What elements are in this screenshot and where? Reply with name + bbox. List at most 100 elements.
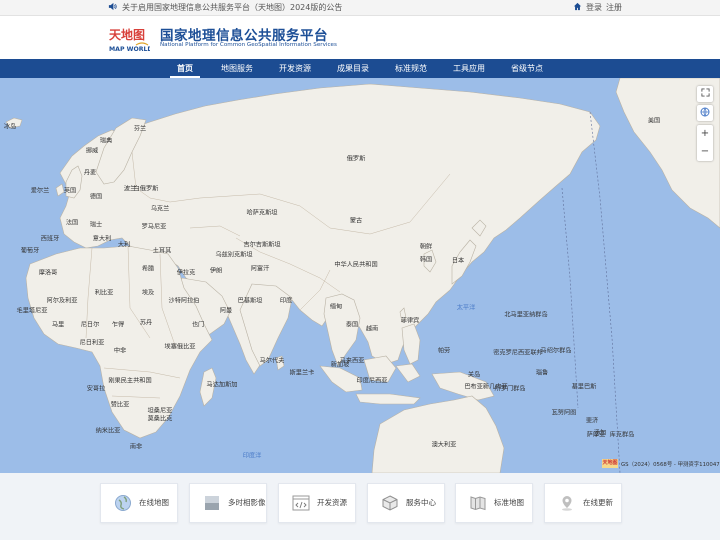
country-label: 意大利 xyxy=(92,235,112,243)
code-icon xyxy=(291,493,311,513)
ocean-label-pacific: 太平洋 xyxy=(456,304,476,312)
country-label: 爱尔兰 xyxy=(30,187,50,195)
nav-dev-resources[interactable]: 开发资源 xyxy=(279,63,311,74)
map-icon xyxy=(468,493,488,513)
country-label: 韩国 xyxy=(419,256,433,264)
country-label: 乌兹别克斯坦 xyxy=(215,251,253,259)
world-map[interactable]: 冰岛 瑞典 芬兰 挪威 丹麦 英国 爱尔兰 德国 波兰 白俄罗斯 乌克兰 法国 瑞士 意大利 西班牙 葡萄牙罗… xyxy=(0,78,720,473)
country-label: 瓦努阿图 xyxy=(551,409,577,417)
service-card-imagery[interactable]: 多时相影像 xyxy=(189,483,267,523)
globe-icon xyxy=(113,493,133,513)
service-card-service-center[interactable]: 服务中心 xyxy=(367,483,445,523)
country-label: 刚果民主共和国 xyxy=(108,377,152,385)
country-label: 莫桑比克 xyxy=(147,415,173,423)
country-label: 瑞士 xyxy=(89,221,103,229)
country-label: 斐济 xyxy=(585,417,599,425)
country-label: 瑞典 xyxy=(99,137,113,145)
country-label: 库克群岛 xyxy=(609,431,635,439)
country-label: 丹麦 xyxy=(83,169,97,177)
country-label: 德国 xyxy=(89,193,103,201)
country-label: 蒙古 xyxy=(349,217,363,225)
nav-map-services[interactable]: 地图服务 xyxy=(221,63,253,74)
country-label: 关岛 xyxy=(467,371,481,379)
country-label: 白俄罗斯 xyxy=(133,185,159,193)
country-label: 伊拉克 xyxy=(176,269,196,277)
top-bar: 关于启用国家地理信息公共服务平台（天地图）2024版的公告 登录 注册 xyxy=(0,0,720,16)
country-label: 西班牙 xyxy=(40,235,60,243)
svg-text:天地图: 天地图 xyxy=(109,27,145,42)
attribution-text: GS（2024）0568号 - 甲测资字1100471 xyxy=(621,461,720,468)
zoom-control[interactable]: + − xyxy=(697,125,713,161)
imagery-icon xyxy=(202,493,222,513)
box-icon xyxy=(380,493,400,513)
register-link[interactable]: 注册 xyxy=(606,2,622,13)
svg-text:MAP WORLD: MAP WORLD xyxy=(109,46,150,53)
country-label: 葡萄牙 xyxy=(20,247,40,255)
service-label: 在线地图 xyxy=(139,498,169,507)
service-card-online-update[interactable]: 在线更新 xyxy=(544,483,622,523)
announcement[interactable]: 关于启用国家地理信息公共服务平台（天地图）2024版的公告 xyxy=(108,2,342,13)
country-label: 印度尼西亚 xyxy=(356,377,388,385)
home-icon[interactable] xyxy=(573,2,582,13)
country-label: 巴基斯坦 xyxy=(237,297,263,305)
country-label: 新加坡 xyxy=(330,361,350,369)
country-label: 南非 xyxy=(129,443,143,451)
zoom-out-button[interactable]: − xyxy=(701,143,709,161)
country-label: 阿富汗 xyxy=(250,265,270,273)
layer-switch-button[interactable] xyxy=(697,105,713,121)
map-attribution: 天地图 GS（2024）0568号 - 甲测资字1100471 xyxy=(602,459,720,468)
service-card-online-map[interactable]: 在线地图 xyxy=(100,483,178,523)
nav-provincial-nodes[interactable]: 省级节点 xyxy=(511,63,543,74)
country-label: 埃塞俄比亚 xyxy=(164,343,196,351)
fullscreen-button[interactable] xyxy=(697,86,713,102)
country-label: 中华人民共和国 xyxy=(334,261,378,269)
country-label: 所罗门群岛 xyxy=(494,385,526,393)
country-label: 埃及 xyxy=(141,289,155,297)
login-link[interactable]: 登录 xyxy=(586,2,602,13)
country-label: 马里 xyxy=(51,321,65,329)
ocean-label-indian: 印度洋 xyxy=(242,452,262,460)
country-label: 安哥拉 xyxy=(86,385,106,393)
speaker-icon xyxy=(108,2,117,13)
country-label: 马达加斯加 xyxy=(206,381,238,389)
nav-home[interactable]: 首页 xyxy=(177,63,193,74)
country-label: 密克罗尼西亚联邦 xyxy=(493,349,543,357)
country-label: 乌克兰 xyxy=(150,205,170,213)
globe-icon xyxy=(700,107,710,120)
nav-tools[interactable]: 工具应用 xyxy=(453,63,485,74)
country-label: 斯里兰卡 xyxy=(289,369,315,377)
country-label: 希腊 xyxy=(141,265,155,273)
country-label: 摩洛哥 xyxy=(38,269,58,277)
country-label: 印度 xyxy=(279,297,293,305)
service-label: 服务中心 xyxy=(406,498,436,507)
account-links: 登录 注册 xyxy=(573,2,622,13)
country-label: 芬兰 xyxy=(133,125,147,133)
nav-standards[interactable]: 标准规范 xyxy=(395,63,427,74)
country-label: 毛里塔尼亚 xyxy=(16,307,48,315)
announcement-text[interactable]: 关于启用国家地理信息公共服务平台（天地图）2024版的公告 xyxy=(122,2,342,13)
country-label: 赞比亚 xyxy=(110,401,130,409)
country-label: 基里巴斯 xyxy=(571,383,597,391)
site-title: 国家地理信息公共服务平台 xyxy=(160,28,328,44)
country-label: 乍得 xyxy=(111,321,125,329)
country-label: 朝鲜 xyxy=(419,243,433,251)
country-label: 阿曼 xyxy=(219,307,233,315)
zoom-in-button[interactable]: + xyxy=(701,125,709,143)
service-card-standard-map[interactable]: 标准地图 xyxy=(455,483,533,523)
country-label: 土耳其 xyxy=(152,247,172,255)
country-label: 挪威 xyxy=(85,147,99,155)
country-label: 也门 xyxy=(191,321,205,329)
main-nav: 首页 地图服务 开发资源 成果目录 标准规范 工具应用 省级节点 xyxy=(0,59,720,78)
site-logo[interactable]: 天地图 MAP WORLD xyxy=(108,24,153,54)
country-label: 瑙鲁 xyxy=(535,369,549,377)
country-label: 冰岛 xyxy=(3,123,17,131)
nav-catalog[interactable]: 成果目录 xyxy=(337,63,369,74)
country-label: 菲律宾 xyxy=(400,317,420,325)
service-label: 在线更新 xyxy=(583,498,613,507)
service-strip: 在线地图 多时相影像 开发资源 服务中心 标准地图 在线更新 xyxy=(0,473,720,540)
pin-icon xyxy=(557,493,577,513)
service-card-dev-resources[interactable]: 开发资源 xyxy=(278,483,356,523)
expand-icon xyxy=(700,88,710,100)
site-header: 天地图 MAP WORLD 国家地理信息公共服务平台 National Plat… xyxy=(0,16,720,59)
country-label: 马尔代夫 xyxy=(259,357,285,365)
